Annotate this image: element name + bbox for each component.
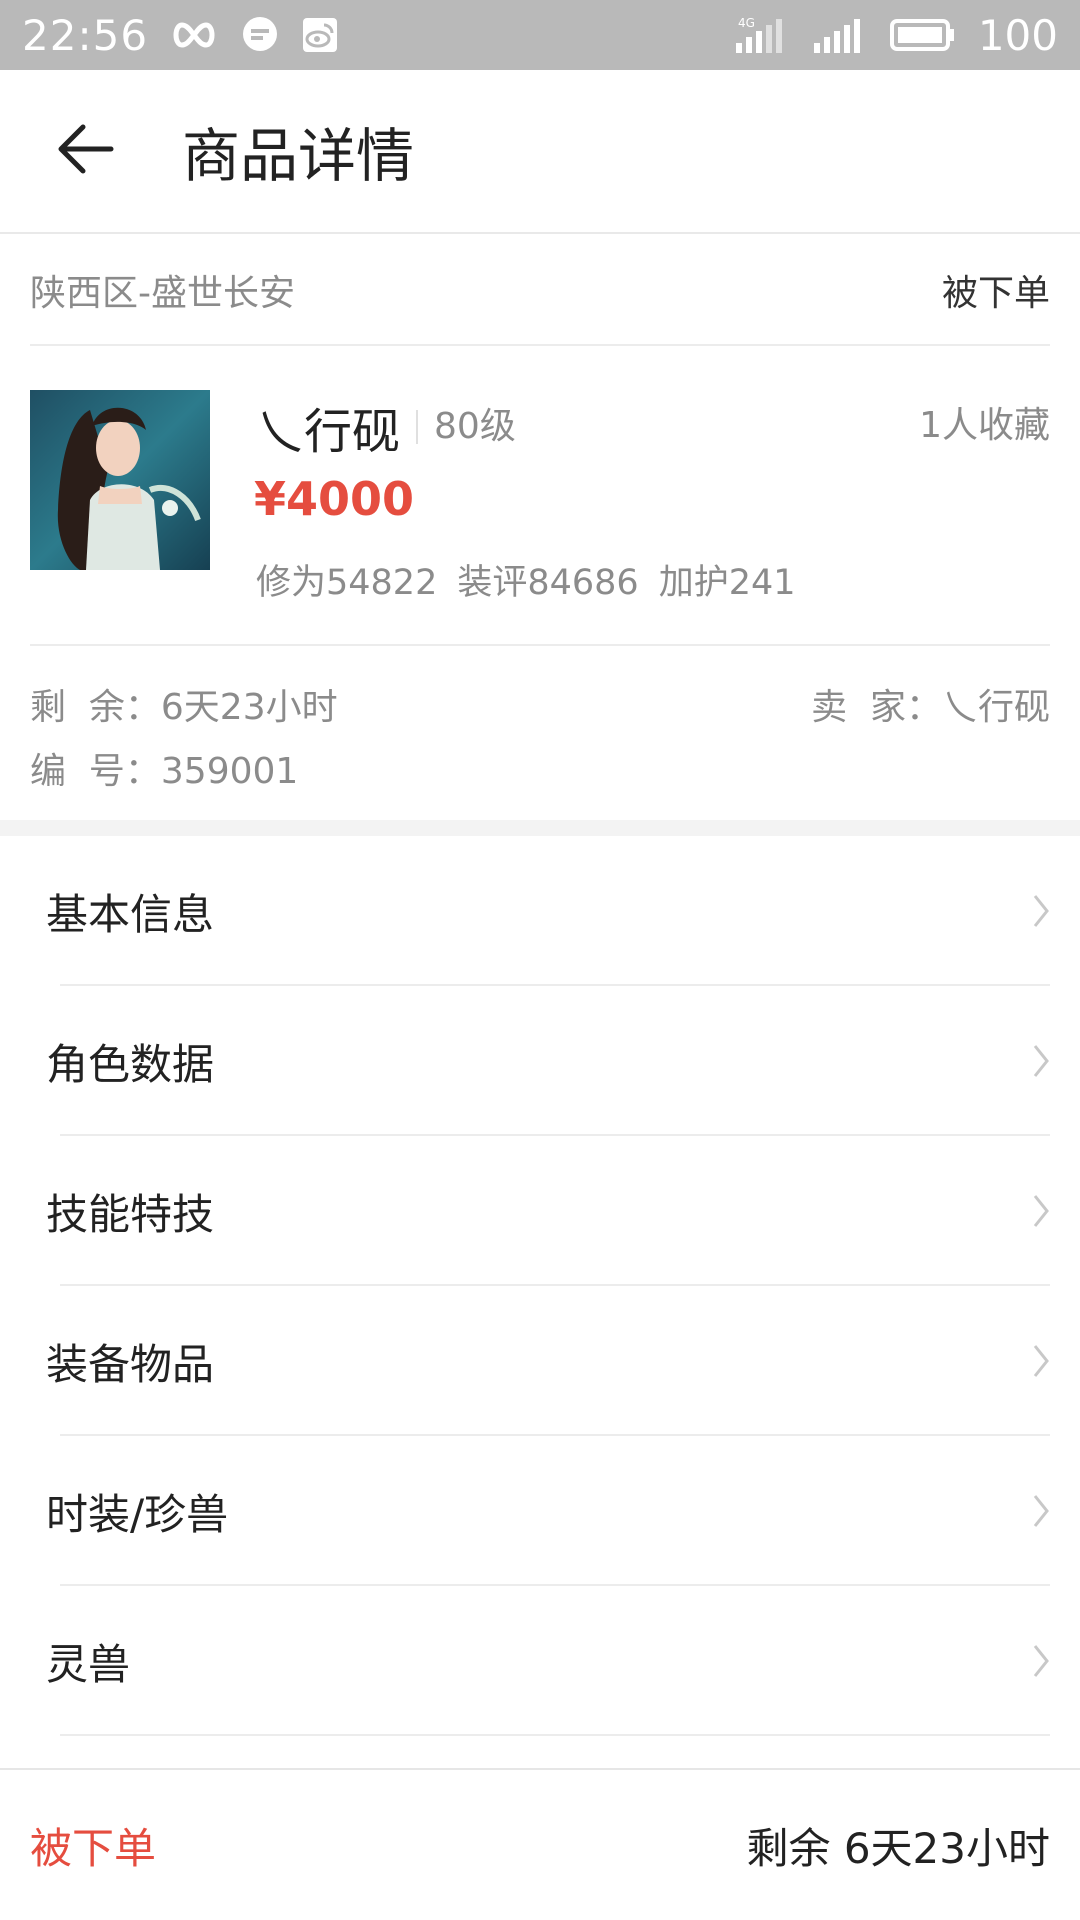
menu-item-spirit-beasts[interactable]: 灵兽 (0, 1586, 1080, 1736)
listing-serial: 编 号：359001 (30, 751, 299, 792)
product-thumbnail[interactable] (30, 390, 210, 570)
status-time: 22:56 (22, 10, 149, 60)
back-arrow-icon (55, 121, 115, 181)
bottom-bar: 被下单 剩余 6天23小时 (0, 1768, 1080, 1920)
character-level: 80级 (416, 409, 516, 445)
bottom-time-remaining: 剩余 6天23小时 (746, 1823, 1050, 1873)
menu-item-label: 角色数据 (46, 1039, 215, 1089)
section-separator (0, 820, 1080, 836)
battery-icon (889, 17, 956, 53)
time-remaining: 剩 余：6天23小时 (30, 687, 338, 728)
favorites-count: 1人收藏 (919, 405, 1050, 446)
product-stats: 修为54822 装评84686 加护241 (256, 554, 796, 605)
weibo-icon (302, 17, 338, 53)
detail-menu: 基本信息 角色数据 技能特技 装备物品 时装/珍兽 灵兽 (0, 836, 1080, 1736)
menu-item-label: 灵兽 (46, 1639, 131, 1689)
menu-item-equipment[interactable]: 装备物品 (0, 1286, 1080, 1436)
bottom-order-status: 被下单 (30, 1823, 157, 1873)
seller-name: 卖 家：乀行砚 (811, 687, 1050, 728)
status-left: 22:56 (22, 11, 338, 60)
menu-item-label: 装备物品 (46, 1339, 215, 1389)
chat-bubble-icon (240, 15, 280, 55)
chevron-right-icon (1032, 1643, 1050, 1679)
page-title: 商品详情 (182, 122, 415, 190)
divider (30, 644, 1050, 646)
svg-text:4G: 4G (738, 16, 755, 30)
stat-equipment-score: 装评84686 (457, 563, 639, 603)
product-name-row: 乀行砚 80级 (256, 392, 516, 462)
region-row: 陕西区-盛世长安 被下单 (0, 236, 1080, 344)
divider (60, 1734, 1050, 1736)
menu-item-label: 基本信息 (46, 889, 215, 939)
chevron-right-icon (1032, 1043, 1050, 1079)
stat-cultivation: 修为54822 (256, 563, 438, 603)
infinity-icon (170, 21, 218, 49)
listing-meta: 剩 余：6天23小时 卖 家：乀行砚 编 号：359001 (0, 648, 1080, 818)
battery-level: 100 (977, 10, 1058, 60)
back-button[interactable] (0, 69, 170, 233)
chevron-right-icon (1032, 893, 1050, 929)
menu-item-fashion-pets[interactable]: 时装/珍兽 (0, 1436, 1080, 1586)
menu-item-character-data[interactable]: 角色数据 (0, 986, 1080, 1136)
signal-4g-icon: 4G (734, 15, 790, 55)
stat-protection: 加护241 (658, 563, 796, 603)
menu-item-basic-info[interactable]: 基本信息 (0, 836, 1080, 986)
menu-item-label: 时装/珍兽 (46, 1489, 229, 1539)
order-status: 被下单 (941, 273, 1050, 314)
chevron-right-icon (1032, 1193, 1050, 1229)
product-price: ¥4000 (254, 472, 415, 526)
character-name: 乀行砚 (256, 404, 401, 460)
chevron-right-icon (1032, 1493, 1050, 1529)
product-card: 乀行砚 80级 1人收藏 ¥4000 修为54822 装评84686 加护241 (0, 346, 1080, 644)
status-bar: 22:56 4G 100 (0, 0, 1080, 70)
status-right: 4G 100 (734, 11, 1058, 60)
chevron-right-icon (1032, 1343, 1050, 1379)
signal-icon (812, 15, 868, 55)
app-header: 商品详情 (0, 70, 1080, 234)
server-region: 陕西区-盛世长安 (30, 273, 295, 314)
menu-item-skills[interactable]: 技能特技 (0, 1136, 1080, 1286)
menu-item-label: 技能特技 (46, 1189, 215, 1239)
